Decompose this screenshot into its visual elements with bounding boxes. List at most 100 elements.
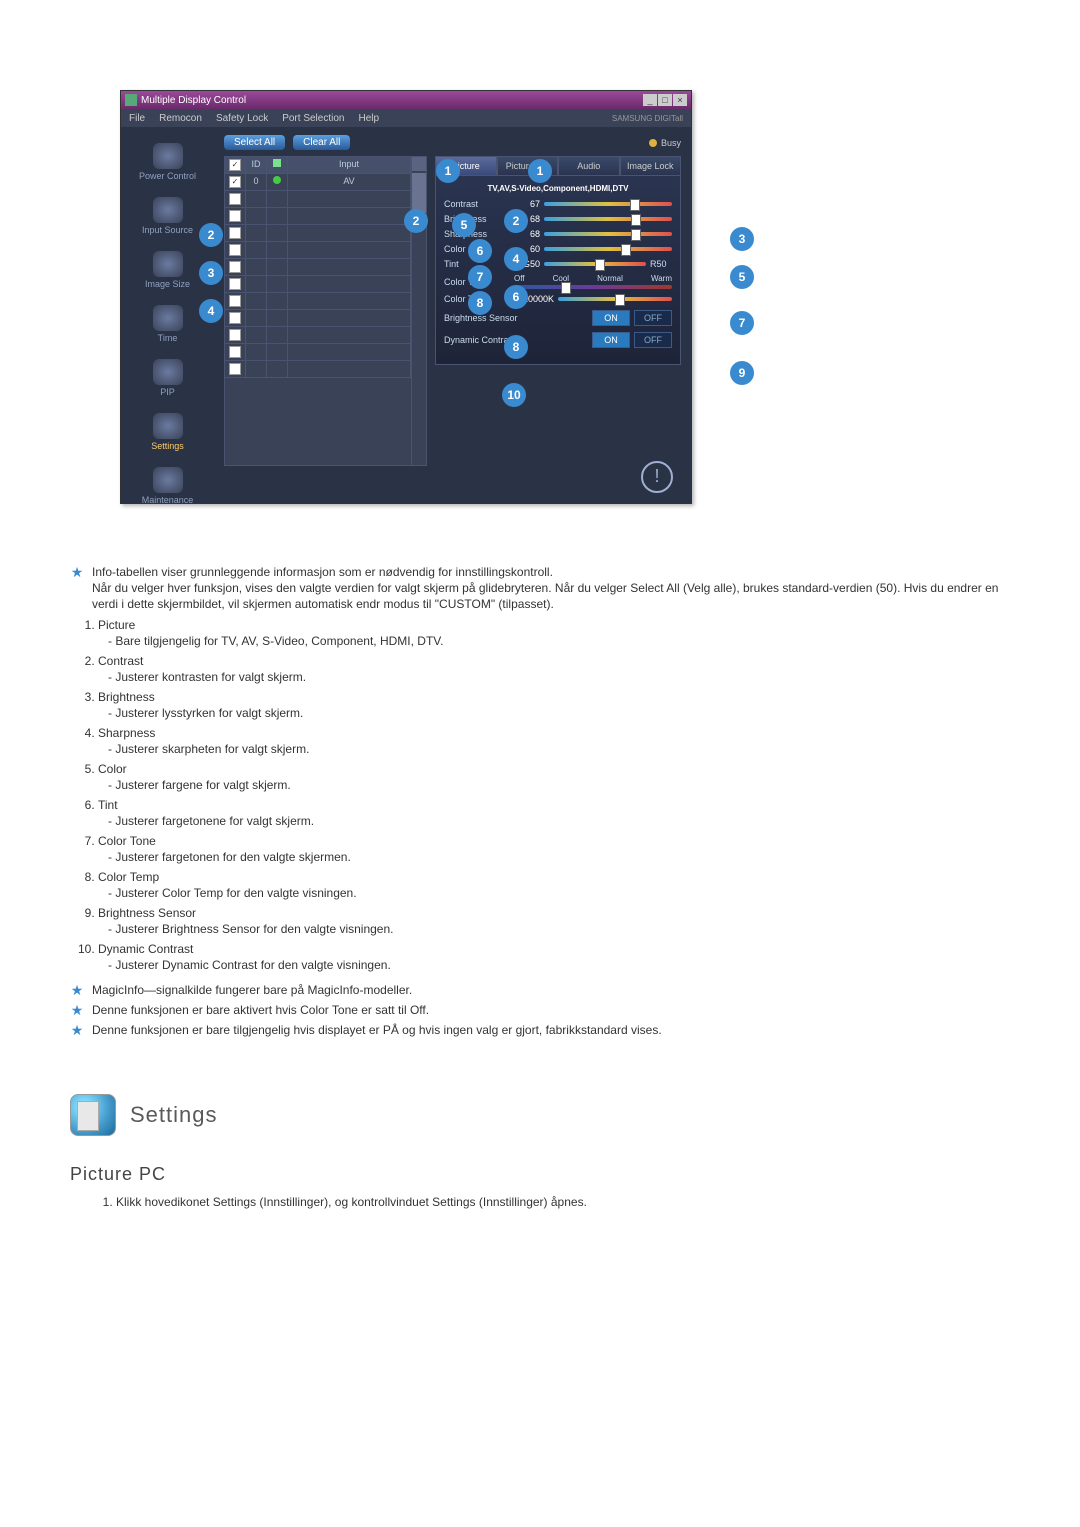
window-buttons: _ □ × [643,94,687,106]
info-status-icon: ! [641,461,673,493]
menu-remocon[interactable]: Remocon [159,113,202,124]
menubar: File Remocon Safety Lock Port Selection … [121,109,691,127]
busy-indicator: Busy [649,138,681,148]
brightness-sensor-off[interactable]: OFF [634,310,672,326]
row-checkbox[interactable] [229,312,241,324]
maximize-button[interactable]: □ [658,94,672,106]
row-checkbox[interactable] [229,244,241,256]
callout-5r: 5 [730,265,754,289]
brightness-slider[interactable] [544,217,672,221]
header-checkbox[interactable] [229,159,241,171]
li10-desc: - Justerer Dynamic Contrast for den valg… [108,958,1010,972]
row-checkbox[interactable] [229,346,241,358]
tint-slider[interactable] [544,262,646,266]
grid-row[interactable] [225,242,411,259]
callout-1-top: 1 [436,159,460,183]
row-checkbox[interactable] [229,261,241,273]
maintenance-icon [153,467,183,493]
callout-4: 4 [504,247,528,271]
star-icon: ★ [70,1022,84,1038]
sidebar-pip[interactable]: PIP [121,353,214,407]
li4-desc: - Justerer skarpheten for valgt skjerm. [108,742,1010,756]
minimize-button[interactable]: _ [643,94,657,106]
sidebar-maintenance[interactable]: Maintenance [121,461,214,515]
scroll-thumb[interactable] [412,173,426,213]
section-title: Settings [130,1102,218,1128]
li3-desc: - Justerer lysstyrken for valgt skjerm. [108,706,1010,720]
close-button[interactable]: × [673,94,687,106]
li2-title: Contrast [98,654,143,668]
input-icon [153,197,183,223]
intro-line1: Info-tabellen viser grunnleggende inform… [92,565,553,579]
colortemp-slider[interactable] [558,297,672,301]
grid-row[interactable] [225,225,411,242]
row-checkbox[interactable] [229,363,241,375]
row-checkbox[interactable] [229,278,241,290]
brightness-sensor-label: Brightness Sensor [444,313,588,323]
grid-row[interactable] [225,259,411,276]
callout-3: 3 [730,227,754,251]
sharpness-slider[interactable] [544,232,672,236]
li8-desc: - Justerer Color Temp for den valgte vis… [108,886,1010,900]
star-icon: ★ [70,564,84,612]
grid-scrollbar[interactable] [412,156,427,466]
li5-desc: - Justerer fargene for valgt skjerm. [108,778,1010,792]
grid-row[interactable] [225,344,411,361]
callout-sb-4: 4 [199,299,223,323]
tab-audio[interactable]: Audio [558,156,620,176]
device-grid: ID Input 0 AV [224,156,412,466]
sidebar-settings[interactable]: Settings [121,407,214,461]
grid-row[interactable] [225,327,411,344]
li4-title: Sharpness [98,726,155,740]
header-input: Input [288,157,411,173]
contrast-label: Contrast [444,199,514,209]
row-checkbox[interactable] [229,329,241,341]
sidebar-power-control[interactable]: Power Control [121,137,214,191]
row-checkbox[interactable] [229,295,241,307]
brightness-sensor-on[interactable]: ON [592,310,630,326]
grid-row[interactable] [225,310,411,327]
note-colortone-off: Denne funksjonen er bare aktivert hvis C… [92,1002,1010,1018]
clear-all-button[interactable]: Clear All [293,135,350,150]
callout-6: 6 [504,285,528,309]
row-checkbox[interactable] [229,193,241,205]
header-id: ID [246,157,267,173]
scroll-up-icon[interactable] [412,157,426,171]
row-checkbox[interactable] [229,227,241,239]
colortone-slider[interactable] [514,285,672,289]
dynamic-contrast-off[interactable]: OFF [634,332,672,348]
menu-safetylock[interactable]: Safety Lock [216,113,268,124]
grid-row[interactable] [225,293,411,310]
row-checkbox[interactable] [229,210,241,222]
dynamic-contrast-on[interactable]: ON [592,332,630,348]
tab-image-lock[interactable]: Image Lock [620,156,682,176]
star-icon: ★ [70,1002,84,1018]
settings-icon [153,413,183,439]
grid-row[interactable] [225,361,411,378]
numbered-list: Picture- Bare tilgjengelig for TV, AV, S… [70,618,1010,972]
menu-file[interactable]: File [129,113,145,124]
status-dot-icon [273,176,281,184]
li1-desc: - Bare tilgjengelig for TV, AV, S-Video,… [108,634,1010,648]
app-icon [125,94,137,106]
imagesize-icon [153,251,183,277]
grid-row[interactable] [225,208,411,225]
section-header: Settings [70,1094,1010,1136]
li7-desc: - Justerer fargetonen for den valgte skj… [108,850,1010,864]
color-slider[interactable] [544,247,672,251]
select-all-button[interactable]: Select All [224,135,285,150]
menu-portselection[interactable]: Port Selection [282,113,344,124]
grid-row[interactable] [225,276,411,293]
li9-desc: - Justerer Brightness Sensor for den val… [108,922,1010,936]
contrast-value: 67 [514,199,540,209]
grid-row[interactable] [225,191,411,208]
window-title: Multiple Display Control [141,95,246,106]
steps-list: Klikk hovedikonet Settings (Innstillinge… [76,1195,1010,1209]
menu-help[interactable]: Help [358,113,379,124]
panel-subtitle: TV,AV,S-Video,Component,HDMI,DTV [444,184,672,193]
row-checkbox[interactable] [229,176,241,188]
tint-right: R50 [650,259,672,269]
contrast-slider[interactable] [544,202,672,206]
grid-row[interactable]: 0 AV [225,174,411,191]
note-display-on: Denne funksjonen er bare tilgjengelig hv… [92,1022,1010,1038]
